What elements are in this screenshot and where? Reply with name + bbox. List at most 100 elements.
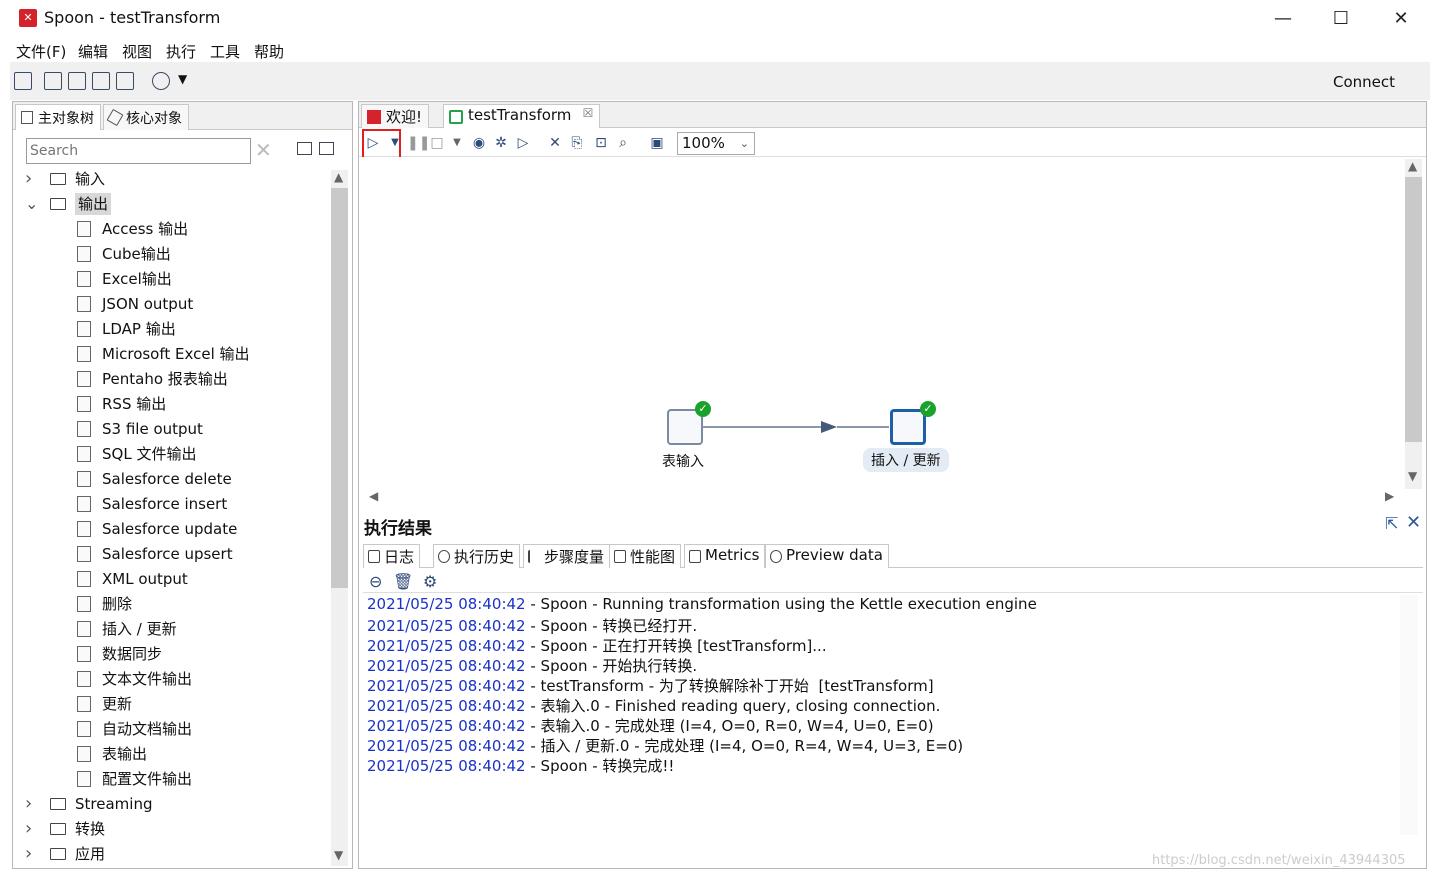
- tab-history[interactable]: 执行历史: [433, 544, 521, 568]
- zoom-select[interactable]: 100% ⌄: [677, 132, 755, 155]
- chevron-right-icon[interactable]: ›: [25, 818, 32, 840]
- sql-icon[interactable]: ⊡: [593, 135, 609, 151]
- verify-icon[interactable]: ✕: [547, 135, 563, 151]
- close-button[interactable]: ✕: [1372, 0, 1430, 38]
- impact-icon[interactable]: ⎘: [569, 135, 585, 151]
- tree-label: 自动文档输出: [102, 720, 193, 738]
- run-options-dropdown-icon[interactable]: ▼: [387, 135, 403, 151]
- results-title: 执行结果: [364, 519, 432, 539]
- tab-log[interactable]: 日志: [363, 544, 421, 568]
- chevron-down-icon[interactable]: ⌄: [25, 193, 38, 215]
- tab-performance[interactable]: 性能图: [609, 544, 682, 568]
- left-tabs: 主对象树 核心对象: [13, 102, 352, 130]
- step-icon: [77, 471, 91, 487]
- scroll-up-icon[interactable]: ▲: [1408, 159, 1417, 173]
- tree-label: Access 输出: [102, 220, 189, 238]
- tab-label: Metrics: [705, 546, 760, 564]
- detach-icon[interactable]: ⇱: [1385, 514, 1398, 533]
- tab-testtransform[interactable]: testTransform ☒: [443, 104, 601, 128]
- maximize-button[interactable]: ☐: [1312, 0, 1370, 38]
- menu-edit[interactable]: 编辑: [78, 41, 108, 62]
- tab-preview-data[interactable]: Preview data: [765, 544, 889, 568]
- save-as-icon[interactable]: [116, 72, 134, 90]
- scroll-right-icon[interactable]: ▶: [1385, 489, 1394, 503]
- log-scrollbar[interactable]: [1400, 595, 1418, 835]
- step-icon: [77, 646, 91, 662]
- menu-run[interactable]: 执行: [166, 41, 196, 62]
- menu-help[interactable]: 帮助: [254, 41, 284, 62]
- search-input[interactable]: [26, 138, 251, 164]
- preview-icon[interactable]: ◉: [471, 135, 487, 151]
- tree-label: Salesforce insert: [102, 495, 228, 513]
- canvas-scrollbar-thumb[interactable]: [1405, 177, 1422, 442]
- minimize-button[interactable]: —: [1254, 0, 1312, 38]
- collapse-all-icon[interactable]: [297, 142, 312, 155]
- settings-icon[interactable]: ⚙: [423, 572, 437, 591]
- log-timestamp: 2021/05/25 08:40:42: [367, 757, 526, 775]
- pause-icon[interactable]: ❚❚: [407, 135, 430, 151]
- scroll-left-icon[interactable]: ◀: [369, 489, 378, 503]
- tab-welcome[interactable]: 欢迎!: [361, 104, 430, 128]
- stop-icon[interactable]: □: [429, 135, 445, 151]
- menu-view[interactable]: 视图: [122, 41, 152, 62]
- tree-label: XML output: [102, 570, 188, 588]
- log-message: - Spoon - 转换已经打开.: [525, 617, 698, 635]
- run-icon[interactable]: ▷: [365, 135, 381, 151]
- chevron-right-icon[interactable]: ›: [25, 793, 32, 815]
- step-icon: [77, 396, 91, 412]
- connect-button[interactable]: Connect: [1333, 73, 1395, 91]
- replay-icon[interactable]: ▷: [515, 135, 531, 151]
- step-icon: [77, 671, 91, 687]
- step-icon: [77, 746, 91, 762]
- explore-repository-icon[interactable]: [68, 72, 86, 90]
- log-icon: [368, 550, 380, 563]
- folder-icon: [50, 798, 66, 810]
- insert-update-step[interactable]: [890, 409, 926, 445]
- tab-step-metrics[interactable]: 步骤度量: [523, 544, 611, 568]
- save-icon[interactable]: [92, 72, 110, 90]
- tree-label: 插入 / 更新: [102, 620, 177, 638]
- folder-icon: [50, 198, 66, 210]
- clock-icon: [438, 550, 450, 563]
- close-tab-icon[interactable]: ☒: [583, 106, 594, 120]
- chevron-right-icon[interactable]: ›: [25, 843, 32, 865]
- expand-all-icon[interactable]: [319, 142, 334, 155]
- transformation-icon: [449, 110, 463, 124]
- log-message: - testTransform - 为了转换解除补丁开始 [testTransf…: [525, 677, 934, 695]
- tree-scrollbar-thumb[interactable]: [331, 188, 348, 588]
- chevron-right-icon[interactable]: ›: [25, 168, 32, 190]
- title-bar: ✕ Spoon - testTransform — ☐ ✕: [10, 0, 1430, 38]
- explore-db-icon[interactable]: ⌕: [615, 135, 631, 151]
- tab-core-objects[interactable]: 核心对象: [103, 104, 189, 130]
- tree-label: Salesforce update: [102, 520, 238, 538]
- tree-label: 应用: [75, 845, 106, 863]
- step-label: 表输入: [662, 454, 704, 470]
- new-file-icon[interactable]: [14, 72, 32, 90]
- tree-label: 输出: [75, 193, 112, 215]
- menu-file[interactable]: 文件(F): [16, 41, 66, 62]
- tab-main-tree[interactable]: 主对象树: [15, 104, 101, 130]
- debug-icon[interactable]: ✲: [493, 135, 509, 151]
- show-results-icon[interactable]: ▣: [649, 135, 665, 151]
- hop-connector[interactable]: [359, 157, 1399, 487]
- scroll-up-icon[interactable]: ▲: [334, 170, 343, 184]
- scroll-down-icon[interactable]: ▼: [334, 848, 343, 862]
- menu-tools[interactable]: 工具: [210, 41, 240, 62]
- clear-search-icon[interactable]: ✕: [255, 138, 272, 162]
- close-results-icon[interactable]: ✕: [1406, 512, 1421, 533]
- tab-label: Preview data: [786, 546, 883, 564]
- log-line: 2021/05/25 08:40:42 - Spoon - 正在打开转换 [te…: [367, 635, 827, 656]
- trash-icon[interactable]: 🗑: [393, 572, 413, 591]
- tab-label: 核心对象: [126, 111, 182, 127]
- layers-icon[interactable]: [152, 72, 170, 90]
- log-output[interactable]: 2021/05/25 08:40:42 - Spoon - Running tr…: [363, 592, 1423, 858]
- log-line: 2021/05/25 08:40:42 - 表输入.0 - Finished r…: [367, 695, 940, 716]
- layers-dropdown-icon[interactable]: ▼: [178, 72, 187, 86]
- transformation-canvas[interactable]: ✓ 表输入 ✓ 插入 / 更新 ▲ ▼ ◀ ▶: [359, 157, 1426, 503]
- stop-dropdown-icon[interactable]: ▼: [449, 135, 465, 151]
- open-file-icon[interactable]: [44, 72, 62, 90]
- tab-label: 执行历史: [454, 548, 515, 566]
- tab-metrics[interactable]: Metrics: [684, 544, 766, 568]
- clear-log-icon[interactable]: ⊖: [369, 572, 382, 591]
- scroll-down-icon[interactable]: ▼: [1408, 469, 1417, 483]
